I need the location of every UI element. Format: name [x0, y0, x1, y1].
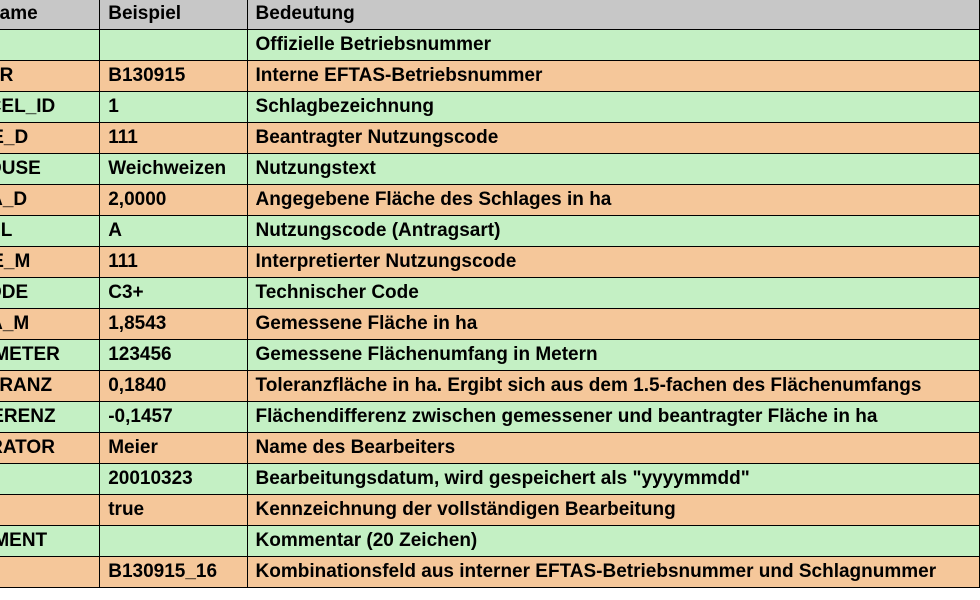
cell-bedeutung: Flächendifferenz zwischen gemessener und… [247, 402, 979, 433]
cell-beispiel [100, 526, 247, 557]
cell-bedeutung: Kombinationsfeld aus interner EFTAS-Betr… [247, 557, 979, 588]
cell-feldname: AREA_D [0, 185, 100, 216]
cell-beispiel: 1,8543 [100, 309, 247, 340]
cell-feldname: DATE [0, 464, 100, 495]
cell-feldname: TOLERANZ [0, 371, 100, 402]
table-row: DATE20010323Bearbeitungsdatum, wird gesp… [0, 464, 980, 495]
cell-beispiel: 123456 [100, 340, 247, 371]
table-row: COMMENT Kommentar (20 Zeichen) [0, 526, 980, 557]
cell-beispiel: Weichweizen [100, 154, 247, 185]
cell-bedeutung: Interne EFTAS-Betriebsnummer [247, 61, 979, 92]
table-row: AREA_M1,8543Gemessene Fläche in ha [0, 309, 980, 340]
cell-feldname: CODE_D [0, 123, 100, 154]
table-row: PARCEL_ID1Schlagbezeichnung [0, 92, 980, 123]
cell-feldname: CODE_M [0, 247, 100, 278]
cell-bedeutung: Interpretierter Nutzungscode [247, 247, 979, 278]
cell-beispiel: 0,1840 [100, 371, 247, 402]
field-definition-table-wrap: Feldname Beispiel Bedeutung BNR Offiziell… [0, 0, 980, 600]
cell-feldname: LABEL [0, 216, 100, 247]
cell-beispiel: 2,0000 [100, 185, 247, 216]
table-row: OPERATORMeierName des Bearbeiters [0, 433, 980, 464]
cell-feldname: OPERATOR [0, 433, 100, 464]
table-row: CODE_D111Beantragter Nutzungscode [0, 123, 980, 154]
cell-beispiel: true [100, 495, 247, 526]
cell-feldname: TECODE [0, 278, 100, 309]
cell-beispiel: 20010323 [100, 464, 247, 495]
cell-beispiel: Meier [100, 433, 247, 464]
cell-feldname: AREA_M [0, 309, 100, 340]
cell-bedeutung: Offizielle Betriebsnummer [247, 30, 979, 61]
cell-feldname: PARCEL_ID [0, 92, 100, 123]
cell-beispiel: 111 [100, 123, 247, 154]
cell-feldname: COMMENT [0, 526, 100, 557]
cell-bedeutung: Kommentar (20 Zeichen) [247, 526, 979, 557]
header-beispiel: Beispiel [100, 0, 247, 30]
cell-bedeutung: Bearbeitungsdatum, wird gespeichert als … [247, 464, 979, 495]
table-row: TECODEC3+Technischer Code [0, 278, 980, 309]
cell-bedeutung: Technischer Code [247, 278, 979, 309]
header-bedeutung: Bedeutung [247, 0, 979, 30]
table-row: DIFFERENZ-0,1457Flächendifferenz zwische… [0, 402, 980, 433]
table-row: E_BNRB130915Interne EFTAS-Betriebsnummer [0, 61, 980, 92]
cell-beispiel: 1 [100, 92, 247, 123]
table-header: Feldname Beispiel Bedeutung [0, 0, 980, 30]
cell-feldname: E_BNR [0, 61, 100, 92]
cell-feldname: PERIMETER [0, 340, 100, 371]
field-definition-table: Feldname Beispiel Bedeutung BNR Offiziell… [0, 0, 980, 588]
cell-feldname: FLAG [0, 495, 100, 526]
cell-beispiel: 111 [100, 247, 247, 278]
cell-bedeutung: Gemessene Fläche in ha [247, 309, 979, 340]
cell-feldname: LANDUSE [0, 154, 100, 185]
table-row: TOLERANZ0,1840Toleranzfläche in ha. Ergi… [0, 371, 980, 402]
cell-beispiel: -0,1457 [100, 402, 247, 433]
cell-beispiel: A [100, 216, 247, 247]
header-feldname: Feldname [0, 0, 100, 30]
table-row: PERIMETER123456Gemessene Flächenumfang i… [0, 340, 980, 371]
cell-beispiel [100, 30, 247, 61]
table-row: BNR Offizielle Betriebsnummer [0, 30, 980, 61]
table-row: AREA_D2,0000Angegebene Fläche des Schlag… [0, 185, 980, 216]
cell-bedeutung: Nutzungscode (Antragsart) [247, 216, 979, 247]
cell-bedeutung: Kennzeichnung der vollständigen Bearbeit… [247, 495, 979, 526]
cell-bedeutung: Nutzungstext [247, 154, 979, 185]
cell-bedeutung: Name des Bearbeiters [247, 433, 979, 464]
table-row: FLAGtrueKennzeichnung der vollständigen … [0, 495, 980, 526]
table-row: CODE_M111Interpretierter Nutzungscode [0, 247, 980, 278]
cell-feldname: KEY [0, 557, 100, 588]
table-row: LANDUSEWeichweizenNutzungstext [0, 154, 980, 185]
table-header-row: Feldname Beispiel Bedeutung [0, 0, 980, 30]
cell-feldname: DIFFERENZ [0, 402, 100, 433]
cell-feldname: BNR [0, 30, 100, 61]
table-row: KEYB130915_16Kombinationsfeld aus intern… [0, 557, 980, 588]
cell-beispiel: B130915_16 [100, 557, 247, 588]
table-row: LABELANutzungscode (Antragsart) [0, 216, 980, 247]
cell-bedeutung: Angegebene Fläche des Schlages in ha [247, 185, 979, 216]
cell-beispiel: B130915 [100, 61, 247, 92]
cell-bedeutung: Schlagbezeichnung [247, 92, 979, 123]
cell-bedeutung: Beantragter Nutzungscode [247, 123, 979, 154]
cell-bedeutung: Gemessene Flächenumfang in Metern [247, 340, 979, 371]
cell-beispiel: C3+ [100, 278, 247, 309]
table-body: BNROffizielle BetriebsnummerE_BNRB130915… [0, 30, 980, 588]
cell-bedeutung: Toleranzfläche in ha. Ergibt sich aus de… [247, 371, 979, 402]
